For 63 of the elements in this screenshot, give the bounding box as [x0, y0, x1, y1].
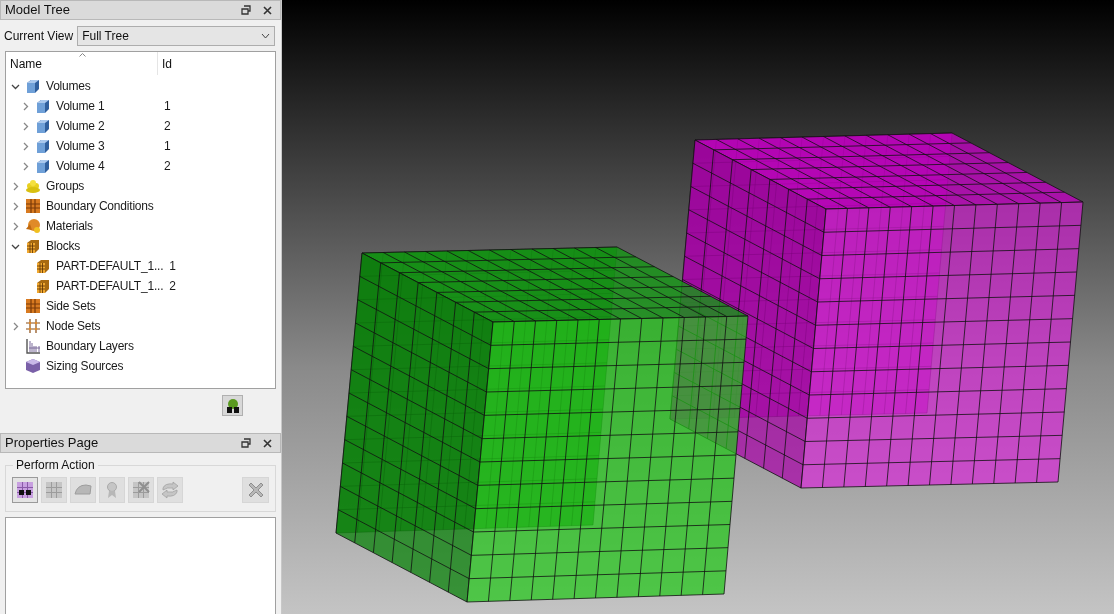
chevron-right-icon[interactable] — [21, 141, 30, 151]
cube-icon — [35, 158, 51, 174]
cube-icon — [35, 98, 51, 114]
tree-item[interactable]: Side Sets — [46, 297, 96, 315]
tree-item[interactable]: Node Sets — [46, 317, 101, 335]
action-button[interactable] — [12, 476, 38, 503]
grid-cross-icon — [132, 480, 150, 499]
find-button[interactable] — [222, 395, 243, 416]
chevron-right-icon[interactable] — [11, 321, 20, 331]
id-cell-text: 2 — [169, 278, 176, 295]
id-cell-text: 1 — [164, 98, 171, 115]
sort-icon — [79, 53, 86, 57]
node-grid-icon — [25, 318, 41, 334]
chevron-right-icon[interactable] — [11, 181, 20, 191]
close-icon[interactable] — [263, 5, 272, 15]
chevron-right-icon[interactable] — [21, 161, 30, 171]
column-header[interactable]: Name — [6, 52, 158, 75]
float-icon[interactable] — [241, 438, 251, 448]
id-cell-text: 1 — [169, 258, 176, 275]
tree-item[interactable]: Volume 3 — [56, 137, 105, 155]
cube-icon — [35, 138, 51, 154]
grid-icon — [25, 198, 41, 214]
column-header[interactable]: Id — [158, 54, 172, 73]
tree-item[interactable]: Boundary Conditions — [46, 197, 154, 215]
chevron-right-icon[interactable] — [21, 121, 30, 131]
tree-item[interactable]: Groups — [46, 177, 85, 195]
tree-item[interactable]: Volume 1 — [56, 97, 105, 115]
box-icon — [25, 358, 41, 374]
mesh-cube-icon — [35, 278, 51, 294]
mesh-cube-icon — [35, 258, 51, 274]
binoculars-icon — [224, 397, 241, 414]
layers-icon — [25, 338, 41, 354]
shapes-icon — [25, 218, 41, 234]
id-cell-text: 2 — [164, 158, 171, 175]
tree-item[interactable]: Volume 2 — [56, 117, 105, 135]
caret-icon — [261, 32, 270, 39]
tree-item[interactable]: PART-DEFAULT_1... — [56, 257, 164, 275]
mesh-cube-icon — [25, 238, 41, 254]
chevron-right-icon[interactable] — [11, 221, 20, 231]
tree-item[interactable]: Sizing Sources — [46, 357, 124, 375]
tree-item[interactable]: Volumes — [46, 77, 91, 95]
chevron-right-icon[interactable] — [21, 101, 30, 111]
chevron-right-icon[interactable] — [11, 201, 20, 211]
id-cell-text: 1 — [164, 138, 171, 155]
grid-icon — [25, 298, 41, 314]
people-icon — [25, 178, 41, 194]
tree-item[interactable]: Boundary Layers — [46, 337, 134, 355]
id-cell-text: 2 — [164, 118, 171, 135]
float-icon[interactable] — [241, 5, 251, 15]
panel-title: Properties Page — [5, 434, 100, 453]
tree-item[interactable]: Volume 4 — [56, 157, 105, 175]
tree-item[interactable]: Materials — [46, 217, 93, 235]
panel-title: Model Tree — [5, 1, 72, 20]
tree-item[interactable]: PART-DEFAULT_1... — [56, 277, 164, 295]
tree-item[interactable]: Blocks — [46, 237, 81, 255]
close-icon[interactable] — [263, 438, 272, 448]
cube-icon — [35, 118, 51, 134]
grid-icon — [45, 480, 63, 499]
view-dropdown[interactable]: Full Tree — [77, 25, 275, 46]
field-label: Current View — [4, 27, 74, 45]
cube-icon — [25, 78, 41, 94]
binoculars-grid-icon — [16, 480, 34, 499]
swap-arrows-icon — [161, 480, 179, 499]
